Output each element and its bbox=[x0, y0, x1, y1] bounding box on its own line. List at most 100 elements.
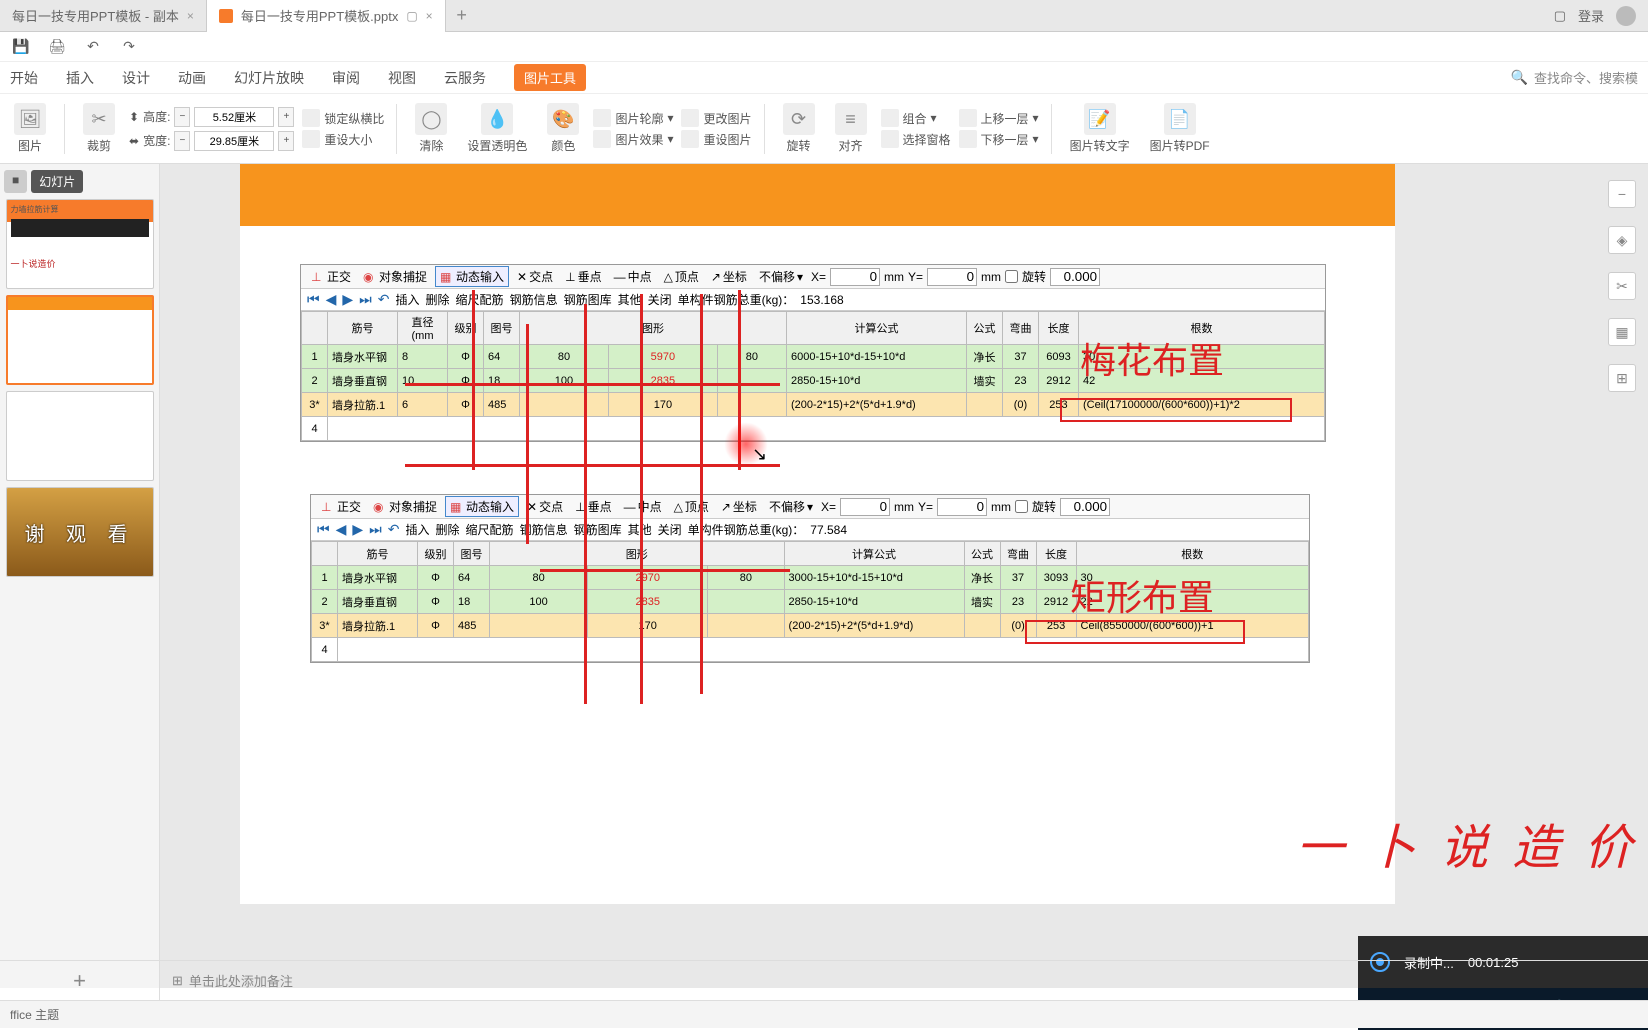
menu-slideshow[interactable]: 幻灯片放映 bbox=[234, 68, 304, 88]
ribbon-clear[interactable]: ◯ 清除 bbox=[409, 103, 453, 154]
grid-icon[interactable]: ⊞ bbox=[1608, 364, 1636, 392]
redo-icon[interactable]: ↷ bbox=[118, 36, 140, 58]
nav-icons[interactable]: ⏮◀▶⏭↶ bbox=[307, 291, 390, 308]
delete-btn[interactable]: 删除 bbox=[426, 291, 450, 308]
reset-pic[interactable]: 重设图片 bbox=[681, 130, 751, 148]
coord-btn[interactable]: ↗坐标 bbox=[707, 268, 751, 285]
dyn-btn[interactable]: ▦动态输入 bbox=[435, 266, 509, 287]
close-btn[interactable]: 关闭 bbox=[648, 291, 672, 308]
save-icon[interactable]: 💾 bbox=[10, 36, 32, 58]
outline[interactable]: 图片轮廓 ▾ bbox=[593, 109, 673, 127]
ribbon-crop[interactable]: ✂ 裁剪 bbox=[77, 103, 121, 154]
close-icon[interactable]: × bbox=[426, 9, 433, 23]
slide-view-btn[interactable]: 幻灯片 bbox=[31, 170, 83, 193]
menu-review[interactable]: 审阅 bbox=[332, 68, 360, 88]
thumb-1[interactable]: 力墙拉筋计算 一卜说造价 bbox=[6, 199, 154, 289]
snap-btn[interactable]: ◉对象捕捉 bbox=[369, 498, 441, 515]
top-btn[interactable]: △顶点 bbox=[660, 268, 703, 285]
tab-doc1[interactable]: 每日一技专用PPT模板 - 副本 × bbox=[0, 0, 207, 32]
mid-btn[interactable]: —中点 bbox=[610, 268, 656, 285]
close-icon[interactable]: × bbox=[187, 9, 194, 23]
slide-canvas[interactable]: ⊥正交 ◉对象捕捉 ▦动态输入 ✕交点 ⊥垂点 —中点 △顶点 ↗坐标 不偏移 … bbox=[160, 164, 1648, 988]
menu-view[interactable]: 视图 bbox=[388, 68, 416, 88]
menu-anim[interactable]: 动画 bbox=[178, 68, 206, 88]
thumb-2[interactable] bbox=[6, 295, 154, 385]
perp-btn[interactable]: ⊥垂点 bbox=[561, 268, 605, 285]
up-layer[interactable]: 上移一层 ▾ bbox=[959, 109, 1039, 127]
insert-btn[interactable]: 插入 bbox=[396, 291, 420, 308]
offset-btn[interactable]: 不偏移 ▾ bbox=[755, 268, 807, 285]
lib-btn[interactable]: 钢筋图库 bbox=[564, 291, 612, 308]
height-input[interactable] bbox=[194, 107, 274, 127]
ribbon-align[interactable]: ≡ 对齐 bbox=[829, 103, 873, 154]
height-inc[interactable]: + bbox=[278, 107, 294, 127]
search-icon[interactable]: 🔍 bbox=[1511, 69, 1528, 86]
thumb-4[interactable]: 谢 观 看 bbox=[6, 487, 154, 577]
dyn-btn[interactable]: ▦动态输入 bbox=[445, 496, 519, 517]
menu-insert[interactable]: 插入 bbox=[66, 68, 94, 88]
reset-size[interactable]: 重设大小 bbox=[302, 130, 384, 148]
lock-ratio[interactable]: 锁定纵横比 bbox=[302, 109, 384, 127]
thumb-3[interactable] bbox=[6, 391, 154, 481]
down-layer[interactable]: 下移一层 ▾ bbox=[959, 130, 1039, 148]
ribbon-topdf[interactable]: 📄 图片转PDF bbox=[1144, 103, 1216, 154]
ribbon-image[interactable]: 🖼 图片 bbox=[8, 103, 52, 154]
x-input[interactable] bbox=[830, 268, 880, 286]
other-btn[interactable]: 其他 bbox=[618, 291, 642, 308]
cross-btn[interactable]: ✕交点 bbox=[513, 268, 557, 285]
add-slide-button[interactable]: + bbox=[0, 961, 160, 1000]
perp-icon: ⊥ bbox=[565, 270, 575, 284]
label-juxing: 矩形布置 bbox=[1070, 569, 1214, 621]
change-pic[interactable]: 更改图片 bbox=[681, 109, 751, 127]
zoom-out-icon[interactable]: − bbox=[1608, 180, 1636, 208]
ortho-btn[interactable]: ⊥正交 bbox=[307, 268, 355, 285]
width-inc[interactable]: + bbox=[278, 131, 294, 151]
layers-icon[interactable]: ◈ bbox=[1608, 226, 1636, 254]
total-val: 153.168 bbox=[800, 293, 843, 307]
menu-cloud[interactable]: 云服务 bbox=[444, 68, 486, 88]
height-dec[interactable]: − bbox=[174, 107, 190, 127]
menu-start[interactable]: 开始 bbox=[10, 68, 38, 88]
ribbon-trans[interactable]: 💧 设置透明色 bbox=[461, 103, 533, 154]
tab-add[interactable]: + bbox=[446, 5, 478, 26]
rotate-input[interactable] bbox=[1050, 268, 1100, 286]
group[interactable]: 组合 ▾ bbox=[881, 109, 951, 127]
width-input[interactable] bbox=[194, 131, 274, 151]
window-mode-icon[interactable]: ▢ bbox=[1554, 8, 1566, 24]
menu-design[interactable]: 设计 bbox=[122, 68, 150, 88]
outline-view-btn[interactable]: ■ bbox=[4, 170, 27, 193]
annotation-line bbox=[700, 294, 703, 694]
ribbon-rotate[interactable]: ⟳ 旋转 bbox=[777, 103, 821, 154]
cross-icon: ✕ bbox=[517, 270, 527, 284]
slide-header bbox=[240, 164, 1395, 226]
crop-icon: ✂ bbox=[83, 103, 115, 135]
search-placeholder[interactable]: 查找命令、搜索模 bbox=[1534, 68, 1638, 87]
snap-btn[interactable]: ◉对象捕捉 bbox=[359, 268, 431, 285]
menu-picture-tools[interactable]: 图片工具 bbox=[514, 64, 586, 91]
notes-area[interactable]: ⊞ 单击此处添加备注 bbox=[160, 971, 293, 990]
effect[interactable]: 图片效果 ▾ bbox=[593, 130, 673, 148]
width-dec[interactable]: − bbox=[174, 131, 190, 151]
print-icon[interactable]: 🖨 bbox=[46, 36, 68, 58]
restore-icon[interactable]: ▢ bbox=[406, 9, 417, 23]
ribbon-color[interactable]: 🎨 颜色 bbox=[541, 103, 585, 154]
dimension-inputs: ⬍ 高度: − + ⬌ 宽度: − + bbox=[129, 107, 294, 151]
quick-access-bar: 💾 🖨 ↶ ↷ bbox=[0, 32, 1648, 62]
tab-doc2[interactable]: 每日一技专用PPT模板.pptx ▢ × bbox=[207, 0, 446, 32]
rotate-icon: ⟳ bbox=[783, 103, 815, 135]
undo-icon[interactable]: ↶ bbox=[82, 36, 104, 58]
y-input[interactable] bbox=[927, 268, 977, 286]
scale-btn[interactable]: 缩尺配筋 bbox=[456, 291, 504, 308]
login-label[interactable]: 登录 bbox=[1578, 6, 1604, 25]
crop-tool-icon[interactable]: ✂ bbox=[1608, 272, 1636, 300]
lock-icon bbox=[302, 109, 320, 127]
topdf-icon: 📄 bbox=[1164, 103, 1196, 135]
ribbon-totext[interactable]: 📝 图片转文字 bbox=[1064, 103, 1136, 154]
avatar[interactable] bbox=[1616, 6, 1636, 26]
ortho-btn[interactable]: ⊥正交 bbox=[317, 498, 365, 515]
info-btn[interactable]: 钢筋信息 bbox=[510, 291, 558, 308]
rotate-check[interactable] bbox=[1005, 270, 1018, 283]
format-icon[interactable]: ▦ bbox=[1608, 318, 1636, 346]
select-pane[interactable]: 选择窗格 bbox=[881, 130, 951, 148]
clear-icon: ◯ bbox=[415, 103, 447, 135]
